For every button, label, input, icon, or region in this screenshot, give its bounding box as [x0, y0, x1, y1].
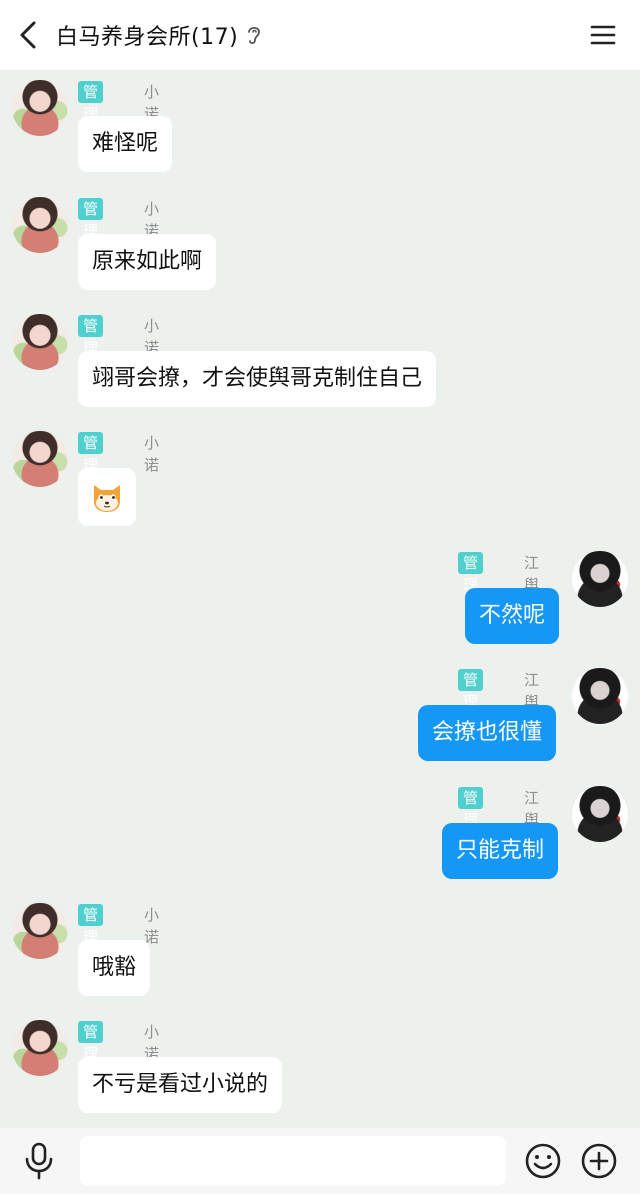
admin-badge: 管理员: [78, 904, 104, 968]
avatar[interactable]: [572, 551, 628, 607]
avatar[interactable]: [12, 197, 68, 253]
menu-button[interactable]: [588, 20, 618, 50]
avatar[interactable]: [12, 903, 68, 959]
sender-name: 小诺: [144, 434, 160, 474]
message-bubble[interactable]: 难怪呢: [78, 116, 173, 172]
more-actions-button[interactable]: [580, 1142, 618, 1180]
avatar[interactable]: [12, 314, 68, 370]
chat-title: 白马养身会所(17): [56, 25, 239, 50]
message-input[interactable]: [80, 1136, 506, 1186]
avatar[interactable]: [12, 80, 68, 136]
message-bubble[interactable]: 哦豁: [78, 940, 151, 996]
ear-icon: [248, 26, 261, 45]
admin-badge: 管理员: [458, 552, 484, 616]
shiba-dog-emoji: [94, 485, 120, 512]
smiley-icon: [525, 1143, 561, 1179]
message-bubble[interactable]: 会撩也很懂: [418, 705, 557, 761]
avatar[interactable]: [12, 431, 68, 487]
chat-screen: 白马养身会所(17) 管理员 小诺 难怪呢 管理员 小诺 原来如此啊 管理员: [0, 0, 640, 1194]
admin-badge: 管理员: [78, 198, 104, 262]
message-bubble[interactable]: 不然呢: [465, 588, 560, 644]
admin-badge: 管理员: [78, 81, 104, 145]
sticker-bubble[interactable]: [78, 468, 136, 526]
chat-header: 白马养身会所(17): [0, 0, 640, 70]
message-bubble[interactable]: 原来如此啊: [78, 234, 217, 290]
avatar[interactable]: [572, 668, 628, 724]
emoji-button[interactable]: [524, 1142, 562, 1180]
chevron-left-icon: [20, 21, 36, 49]
admin-badge: 管理员: [78, 432, 104, 496]
avatar[interactable]: [572, 786, 628, 842]
message-bubble[interactable]: 不亏是看过小说的: [78, 1057, 283, 1113]
plus-circle-icon: [581, 1143, 617, 1179]
hamburger-menu-icon: [590, 25, 616, 45]
avatar[interactable]: [12, 1020, 68, 1076]
voice-button[interactable]: [22, 1142, 56, 1180]
input-bar: [0, 1128, 640, 1194]
message-bubble[interactable]: 只能克制: [442, 823, 559, 879]
message-bubble[interactable]: 翊哥会撩，才会使舆哥克制住自己: [78, 351, 437, 407]
admin-badge: 管理员: [78, 1021, 104, 1085]
admin-badge: 管理员: [78, 315, 104, 379]
chat-title-group[interactable]: 白马养身会所(17): [56, 19, 262, 51]
admin-badge: 管理员: [458, 787, 484, 851]
back-button[interactable]: [12, 18, 44, 52]
admin-badge: 管理员: [458, 669, 484, 733]
microphone-icon: [25, 1142, 53, 1180]
